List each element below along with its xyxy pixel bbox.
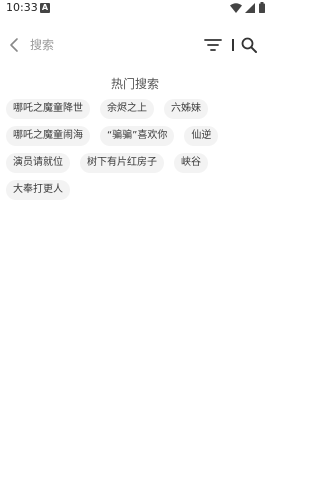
hot-search-tag[interactable]: 树下有片红房子	[80, 153, 164, 173]
toolbar-divider	[232, 39, 234, 51]
hot-search-title: 热门搜索	[110, 77, 159, 91]
search-bar	[0, 30, 270, 60]
hot-search-tag[interactable]: 哪吒之魔童闹海	[6, 126, 90, 146]
battery-icon	[259, 2, 265, 13]
signal-icon	[245, 3, 255, 13]
filter-icon[interactable]	[204, 38, 222, 52]
hot-search-tag[interactable]: 大奉打更人	[6, 180, 70, 200]
hot-search-tag[interactable]: “骗骗”喜欢你	[100, 126, 175, 146]
notification-letter: A	[41, 3, 49, 12]
hot-search-tag[interactable]: 六姊妹	[164, 99, 208, 119]
hot-search-tag[interactable]: 演员请就位	[6, 153, 70, 173]
hot-search-tag[interactable]: 哪吒之魔童降世	[6, 99, 90, 119]
search-input[interactable]	[30, 35, 190, 55]
hot-search-tag[interactable]: 余烬之上	[100, 99, 154, 119]
wifi-icon	[230, 3, 242, 13]
hot-search-tags: 哪吒之魔童降世 余烬之上 六姊妹 哪吒之魔童闹海 “骗骗”喜欢你 仙逆 演员请就…	[6, 99, 264, 200]
back-arrow-icon[interactable]	[8, 37, 20, 53]
notification-icon: A	[40, 3, 50, 13]
status-time: 10:33	[6, 1, 38, 14]
hot-search-tag[interactable]: 峡谷	[174, 153, 208, 173]
search-icon[interactable]	[241, 37, 257, 53]
status-bar: 10:33 A	[0, 0, 270, 18]
hot-search-tag[interactable]: 仙逆	[184, 126, 219, 146]
